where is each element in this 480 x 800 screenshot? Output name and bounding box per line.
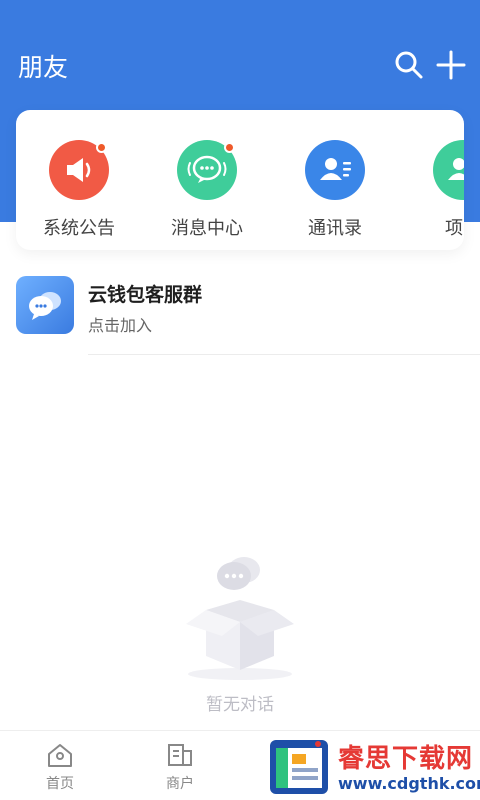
merchant-icon [168, 744, 192, 766]
tab-label: 首页 [46, 776, 74, 792]
tab-label: 商户 [166, 776, 194, 792]
quick-entry-label: 系统公告 [43, 218, 115, 239]
watermark-title: 睿思下载网 [338, 744, 474, 774]
chat-group-icon [16, 276, 74, 334]
quick-entry-label: 项目 [445, 218, 464, 239]
search-icon [395, 51, 423, 79]
contacts-icon [305, 140, 365, 200]
quick-entry-card: 系统公告 消息中心 通讯录 项 [16, 110, 464, 250]
quick-entry-announcement[interactable]: 系统公告 [24, 140, 134, 240]
group-chat-row[interactable]: 云钱包客服群 点击加入 [0, 268, 480, 356]
quick-entry-contacts[interactable]: 通讯录 [280, 140, 390, 240]
group-icon [433, 140, 464, 200]
chat-bubble-icon [177, 140, 237, 200]
empty-box-icon [176, 548, 304, 683]
unread-badge [96, 142, 107, 153]
quick-entry-label: 消息中心 [171, 218, 243, 239]
home-icon [48, 744, 72, 767]
page-title: 朋友 [18, 53, 69, 82]
megaphone-icon [49, 140, 109, 200]
tab-home[interactable]: 首页 [20, 741, 100, 793]
quick-entry-label: 通讯录 [308, 218, 362, 239]
watermark-logo-icon [270, 740, 328, 794]
empty-state-text: 暂无对话 [206, 695, 274, 715]
search-button[interactable] [392, 48, 426, 82]
watermark: 睿思下载网 www.cdgthk.com [262, 736, 480, 800]
add-button[interactable] [434, 48, 468, 82]
group-name: 云钱包客服群 [88, 284, 203, 306]
quick-entry-project[interactable]: 项目 [408, 140, 464, 240]
group-subtitle: 点击加入 [88, 316, 153, 335]
divider [88, 354, 480, 355]
watermark-url: www.cdgthk.com [338, 774, 480, 793]
plus-icon [436, 50, 466, 80]
quick-entry-messages[interactable]: 消息中心 [152, 140, 262, 240]
tab-merchant[interactable]: 商户 [140, 741, 220, 793]
unread-badge [224, 142, 235, 153]
